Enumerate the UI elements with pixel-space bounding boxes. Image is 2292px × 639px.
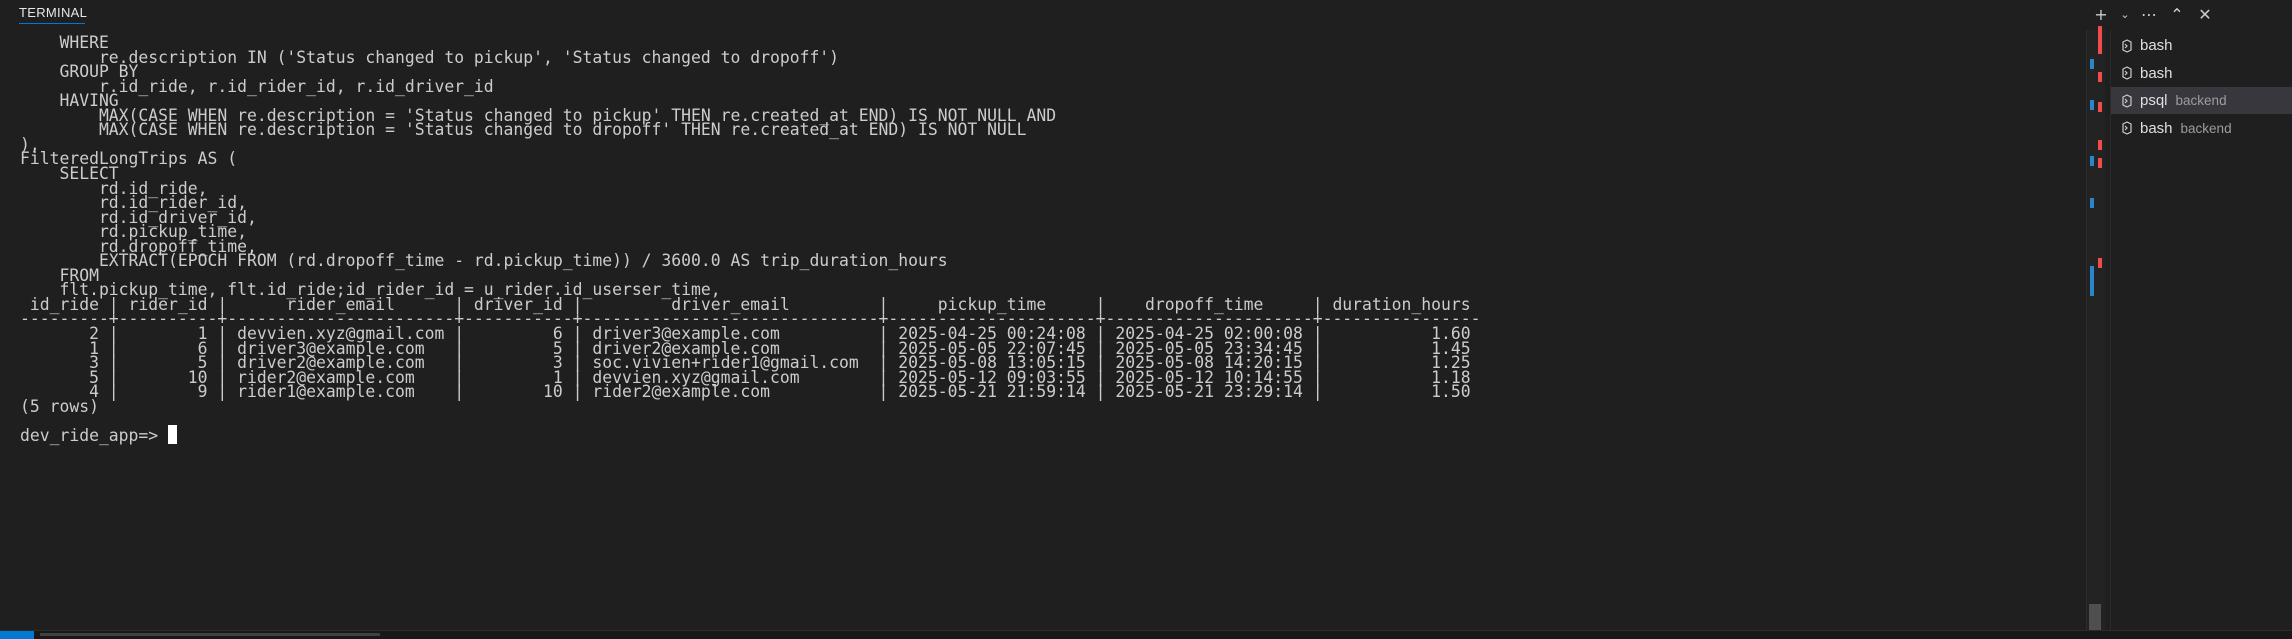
terminal-output[interactable]: WHERE re.description IN ('Status changed…	[0, 34, 2085, 630]
error-marker	[2098, 140, 2102, 150]
terminal-session-bash[interactable]: bash	[2111, 60, 2292, 87]
close-icon[interactable]: ✕	[2194, 3, 2216, 25]
error-marker	[2098, 72, 2102, 82]
terminal-overview-ruler[interactable]	[2086, 26, 2105, 630]
terminal-shell-icon	[2120, 38, 2134, 53]
plus-icon[interactable]: +	[2090, 3, 2112, 25]
terminal-session-bash[interactable]: bash backend	[2111, 115, 2292, 142]
chevron-down-icon[interactable]: ⌄	[2118, 3, 2132, 25]
terminal-cursor	[168, 424, 178, 444]
chevron-up-icon[interactable]: ⌃	[2166, 3, 2188, 25]
terminal-line: (5 rows)	[20, 396, 99, 416]
info-marker	[2090, 59, 2094, 69]
terminal-session-psql[interactable]: psql backend	[2111, 87, 2292, 114]
session-description: backend	[2175, 93, 2227, 108]
status-bar-items	[40, 633, 380, 636]
terminal-line: re.description IN ('Status changed to pi…	[20, 47, 840, 67]
info-marker	[2090, 266, 2094, 296]
terminal-session-list: bash bash psql backend bash backend	[2110, 30, 2292, 630]
error-marker	[2098, 258, 2102, 268]
terminal-line: 4 | 9 | rider1@example.com | 10 | rider2…	[20, 382, 1471, 402]
error-marker	[2098, 26, 2102, 54]
error-marker	[2098, 158, 2102, 168]
info-marker	[2090, 100, 2094, 110]
ellipsis-icon[interactable]: ⋯	[2138, 3, 2160, 25]
tab-terminal[interactable]: TERMINAL	[19, 5, 87, 20]
terminal-shell-icon	[2120, 121, 2134, 135]
terminal-scrollbar-thumb[interactable]	[2089, 604, 2101, 630]
session-name: bash	[2140, 119, 2173, 137]
terminal-prompt: dev_ride_app=>	[20, 425, 169, 445]
terminal-prompt-line[interactable]: dev_ride_app=>	[20, 424, 178, 446]
panel-header: TERMINAL + ⌄ ⋯ ⌃ ✕	[0, 0, 2292, 30]
tab-active-indicator	[19, 23, 85, 24]
session-name: bash	[2140, 64, 2173, 82]
info-marker	[2090, 156, 2094, 166]
session-description: backend	[2180, 120, 2232, 136]
terminal-session-bash[interactable]: bash	[2111, 32, 2292, 59]
session-name: psql	[2140, 92, 2168, 109]
terminal-shell-icon	[2120, 66, 2134, 80]
error-marker	[2098, 102, 2102, 112]
terminal-line: MAX(CASE WHEN re.description = 'Status c…	[20, 120, 1027, 140]
panel-actions: + ⌄ ⋯ ⌃ ✕	[2090, 2, 2216, 26]
terminal-line: EXTRACT(EPOCH FROM (rd.dropoff_time - rd…	[20, 251, 948, 271]
info-marker	[2090, 198, 2094, 208]
terminal-shell-icon	[2120, 93, 2134, 108]
session-name: bash	[2140, 37, 2173, 54]
